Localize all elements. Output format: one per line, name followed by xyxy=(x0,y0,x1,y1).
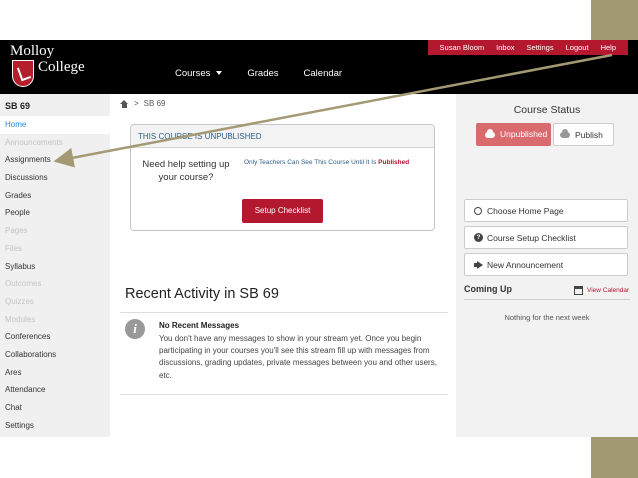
logo-text-line2: College xyxy=(38,59,85,75)
unpublished-label: Unpublished xyxy=(500,129,548,139)
circle-o-icon xyxy=(474,206,482,215)
sidebar-item-attendance[interactable]: Attendance xyxy=(0,381,110,399)
publish-label: Publish xyxy=(575,129,603,140)
new-announcement-button[interactable]: New Announcement xyxy=(464,253,628,276)
coming-up-title: Coming Up xyxy=(464,284,512,294)
divider xyxy=(120,394,448,395)
unpublished-button[interactable]: Unpublished xyxy=(476,123,551,146)
breadcrumb-separator: > xyxy=(134,99,139,108)
teachers-only-note: Only Teachers Can See This Course Until … xyxy=(244,159,409,166)
sidebar-item-grades[interactable]: Grades xyxy=(0,187,110,205)
no-messages-title: No Recent Messages xyxy=(159,321,240,330)
sidebar-item-quizzes[interactable]: Quizzes xyxy=(0,293,110,311)
user-menu: Susan Bloom Inbox Settings Logout Help xyxy=(427,40,628,55)
right-sidebar: Course Status Unpublished Publish Choose… xyxy=(456,94,638,437)
sidebar-item-conferences[interactable]: Conferences xyxy=(0,328,110,346)
sidebar-item-files[interactable]: Files xyxy=(0,240,110,258)
course-setup-checklist-label: Course Setup Checklist xyxy=(487,232,576,243)
sidebar-item-settings[interactable]: Settings xyxy=(0,417,110,435)
course-sidebar: SB 69 Home Announcements Assignments Discus… xyxy=(0,94,110,437)
info-icon: i xyxy=(125,319,145,339)
choose-home-page-button[interactable]: Choose Home Page xyxy=(464,199,628,222)
course-status-title: Course Status xyxy=(513,104,581,116)
view-calendar-label: View Calendar xyxy=(587,287,630,294)
sidebar-item-syllabus[interactable]: Syllabus xyxy=(0,258,110,276)
setup-help-text: Need help setting up your course? xyxy=(131,158,241,184)
main-content: > SB 69 THIS COURSE IS UNPUBLISHED Need … xyxy=(110,94,456,437)
breadcrumb: > SB 69 xyxy=(120,99,165,108)
choose-home-page-label: Choose Home Page xyxy=(487,205,564,216)
divider xyxy=(464,299,630,300)
help-link[interactable]: Help xyxy=(601,43,616,52)
setup-checklist-button[interactable]: Setup Checklist xyxy=(242,199,323,223)
grades-nav-link[interactable]: Grades xyxy=(247,68,278,79)
sidebar-item-assignments[interactable]: Assignments xyxy=(0,151,110,169)
published-highlight: Published xyxy=(378,159,410,166)
logout-link[interactable]: Logout xyxy=(566,43,589,52)
calendar-nav-link[interactable]: Calendar xyxy=(304,68,343,79)
course-setup-checklist-button[interactable]: ? Course Setup Checklist xyxy=(464,226,628,249)
logo-text-line1: Molloy xyxy=(10,43,55,59)
settings-link[interactable]: Settings xyxy=(527,43,554,52)
teachers-only-note-text: Only Teachers Can See This Course Until … xyxy=(244,159,377,166)
courses-menu-label: Courses xyxy=(175,68,211,79)
no-messages-body: You don't have any messages to show in y… xyxy=(159,334,437,380)
unpublished-header: THIS COURSE IS UNPUBLISHED xyxy=(131,125,434,148)
slide-decoration-top xyxy=(591,0,638,40)
publish-button[interactable]: Publish xyxy=(553,123,614,146)
coming-up-empty: Nothing for the next week xyxy=(504,313,590,322)
course-nav-list: Home Announcements Assignments Discussions G… xyxy=(0,116,110,434)
new-announcement-label: New Announcement xyxy=(487,259,564,270)
inbox-link[interactable]: Inbox xyxy=(496,43,514,52)
setup-help-line2: your course? xyxy=(158,172,214,183)
recent-activity-title: Recent Activity in SB 69 xyxy=(125,286,279,302)
top-navigation-bar: Molloy College Susan Bloom Inbox Setting… xyxy=(0,40,638,94)
sidebar-item-home[interactable]: Home xyxy=(0,116,110,134)
sidebar-item-collaborations[interactable]: Collaborations xyxy=(0,346,110,364)
slide-decoration-bottom xyxy=(591,437,638,478)
sidebar-item-people[interactable]: People xyxy=(0,204,110,222)
canvas-app-screenshot: Molloy College Susan Bloom Inbox Setting… xyxy=(0,40,638,437)
cloud-icon xyxy=(560,128,570,138)
main-nav: Courses Grades Calendar xyxy=(175,68,367,79)
college-logo[interactable]: Molloy College xyxy=(10,43,90,91)
sidebar-item-ares[interactable]: Ares xyxy=(0,364,110,382)
caret-down-icon xyxy=(216,71,223,76)
sidebar-item-announcements[interactable]: Announcements xyxy=(0,134,110,152)
shield-icon xyxy=(12,60,34,87)
setup-help-line1: Need help setting up xyxy=(142,159,230,170)
sidebar-item-outcomes[interactable]: Outcomes xyxy=(0,275,110,293)
sidebar-item-chat[interactable]: Chat xyxy=(0,399,110,417)
cloud-icon xyxy=(485,128,495,138)
megaphone-icon xyxy=(474,261,483,269)
calendar-icon xyxy=(574,286,583,295)
view-calendar-link[interactable]: View Calendar xyxy=(574,286,629,295)
unpublished-notice: THIS COURSE IS UNPUBLISHED Need help set… xyxy=(130,124,435,231)
sidebar-item-discussions[interactable]: Discussions xyxy=(0,169,110,187)
divider xyxy=(120,312,448,313)
breadcrumb-current[interactable]: SB 69 xyxy=(144,99,166,108)
sidebar-item-modules[interactable]: Modules xyxy=(0,311,110,329)
courses-menu[interactable]: Courses xyxy=(175,68,223,79)
sidebar-item-pages[interactable]: Pages xyxy=(0,222,110,240)
home-icon[interactable] xyxy=(120,99,128,108)
user-name-link[interactable]: Susan Bloom xyxy=(440,43,485,52)
question-circle-icon: ? xyxy=(474,233,483,242)
course-code: SB 69 xyxy=(5,101,31,111)
